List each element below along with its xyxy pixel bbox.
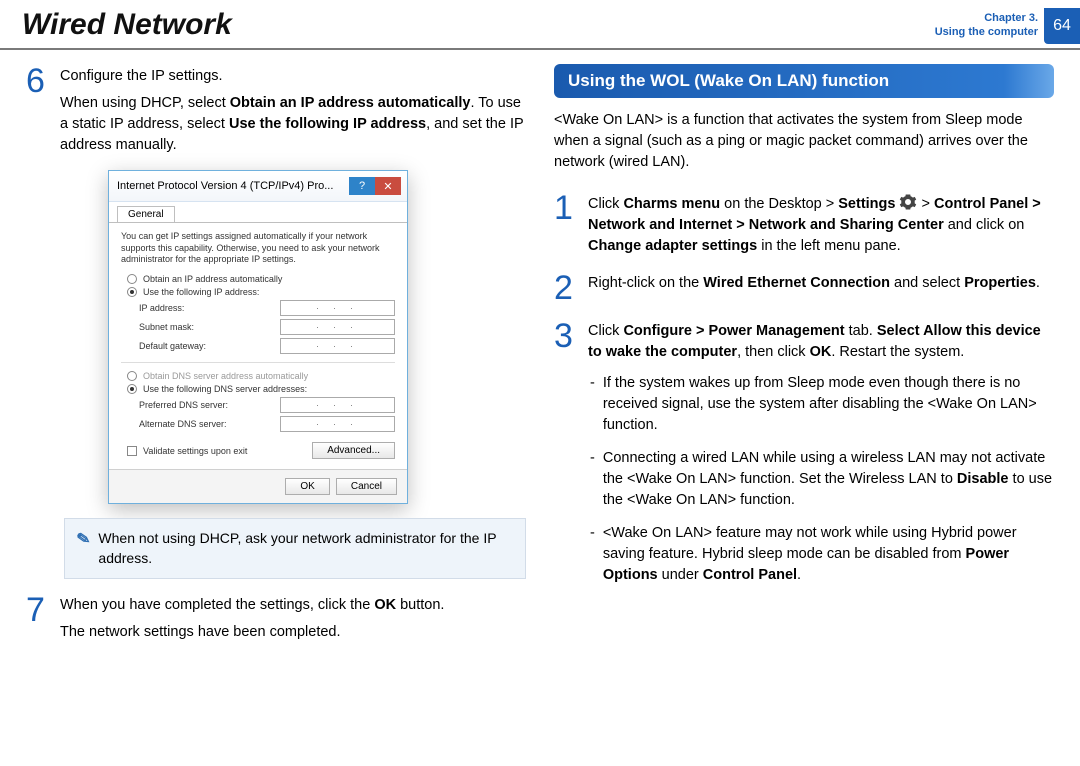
radio-use-dns[interactable]: Use the following DNS server addresses: xyxy=(127,384,395,394)
note-2: Connecting a wired LAN while using a wir… xyxy=(590,448,1054,511)
wol-intro: <Wake On LAN> is a function that activat… xyxy=(554,110,1054,173)
step-2-number: 2 xyxy=(554,271,578,305)
tab-general[interactable]: General xyxy=(117,206,175,222)
dialog-body: You can get IP settings assigned automat… xyxy=(109,222,407,469)
note-1: If the system wakes up from Sleep mode e… xyxy=(590,373,1054,436)
radio-icon xyxy=(127,274,137,284)
radio-obtain-dns: Obtain DNS server address automatically xyxy=(127,371,395,381)
step-6-p1: Configure the IP settings. xyxy=(60,66,526,87)
chapter-line1: Chapter 3. xyxy=(935,12,1038,26)
step-3-body: Click Configure > Power Management tab. … xyxy=(588,319,1054,363)
field-pref-dns: Preferred DNS server: . . . xyxy=(139,397,395,413)
page-title: Wired Network xyxy=(22,8,232,42)
cancel-button[interactable]: Cancel xyxy=(336,478,397,495)
gateway-input[interactable]: . . . xyxy=(280,338,395,354)
note-text: When not using DHCP, ask your network ad… xyxy=(98,529,513,568)
step-6-p2: When using DHCP, select Obtain an IP add… xyxy=(60,93,526,156)
step-1: 1 Click Charms menu on the Desktop > Set… xyxy=(554,191,1054,257)
step-7: 7 When you have completed the settings, … xyxy=(26,593,526,643)
chapter-line2: Using the computer xyxy=(935,26,1038,40)
advanced-button[interactable]: Advanced... xyxy=(312,442,395,459)
radio-icon xyxy=(127,371,137,381)
ok-button[interactable]: OK xyxy=(285,478,329,495)
dialog-intro-text: You can get IP settings assigned automat… xyxy=(121,231,395,266)
dialog-title-text: Internet Protocol Version 4 (TCP/IPv4) P… xyxy=(117,180,333,192)
step-1-number: 1 xyxy=(554,191,578,257)
checkbox-icon xyxy=(127,446,137,456)
note-3: <Wake On LAN> feature may not work while… xyxy=(590,523,1054,586)
field-ip-address: IP address: . . . xyxy=(139,300,395,316)
step-6-number: 6 xyxy=(26,64,50,156)
ipv4-properties-dialog: Internet Protocol Version 4 (TCP/IPv4) P… xyxy=(108,170,408,504)
field-alt-dns: Alternate DNS server: . . . xyxy=(139,416,395,432)
chapter-text: Chapter 3. Using the computer xyxy=(935,12,1044,40)
step-3-number: 3 xyxy=(554,319,578,363)
radio-obtain-ip[interactable]: Obtain an IP address automatically xyxy=(127,274,395,284)
page-header: Wired Network Chapter 3. Using the compu… xyxy=(0,0,1080,50)
step-6-body: Configure the IP settings. When using DH… xyxy=(60,64,526,156)
step-1-body: Click Charms menu on the Desktop > Setti… xyxy=(588,191,1054,257)
note-box: ✎ When not using DHCP, ask your network … xyxy=(64,518,526,579)
chapter-page-block: Chapter 3. Using the computer 64 xyxy=(935,8,1080,44)
pencil-icon: ✎ xyxy=(75,528,92,552)
step-6: 6 Configure the IP settings. When using … xyxy=(26,64,526,156)
right-column: Using the WOL (Wake On LAN) function <Wa… xyxy=(554,64,1054,649)
step-7-p2: The network settings have been completed… xyxy=(60,622,444,643)
preferred-dns-input[interactable]: . . . xyxy=(280,397,395,413)
dialog-tabs: General xyxy=(109,202,407,222)
page-number: 64 xyxy=(1044,8,1080,44)
ip-address-input[interactable]: . . . xyxy=(280,300,395,316)
dialog-titlebar: Internet Protocol Version 4 (TCP/IPv4) P… xyxy=(109,171,407,202)
step-2-body: Right-click on the Wired Ethernet Connec… xyxy=(588,271,1040,305)
gear-icon xyxy=(899,193,917,211)
radio-selected-icon xyxy=(127,287,137,297)
step-7-body: When you have completed the settings, cl… xyxy=(60,593,444,643)
step-3: 3 Click Configure > Power Management tab… xyxy=(554,319,1054,363)
alternate-dns-input[interactable]: . . . xyxy=(280,416,395,432)
step-2: 2 Right-click on the Wired Ethernet Conn… xyxy=(554,271,1054,305)
field-subnet: Subnet mask: . . . xyxy=(139,319,395,335)
help-icon[interactable]: ? xyxy=(349,177,375,195)
radio-selected-icon xyxy=(127,384,137,394)
field-gateway: Default gateway: . . . xyxy=(139,338,395,354)
step-7-p1: When you have completed the settings, cl… xyxy=(60,595,444,616)
dialog-footer: OK Cancel xyxy=(109,469,407,503)
step-7-number: 7 xyxy=(26,593,50,643)
radio-use-ip[interactable]: Use the following IP address: xyxy=(127,287,395,297)
close-icon[interactable]: ✕ xyxy=(375,177,401,195)
validate-checkbox[interactable]: Validate settings upon exit xyxy=(127,446,247,456)
section-banner: Using the WOL (Wake On LAN) function xyxy=(554,64,1054,98)
step-3-notes: If the system wakes up from Sleep mode e… xyxy=(590,373,1054,586)
subnet-input[interactable]: . . . xyxy=(280,319,395,335)
left-column: 6 Configure the IP settings. When using … xyxy=(26,64,526,649)
